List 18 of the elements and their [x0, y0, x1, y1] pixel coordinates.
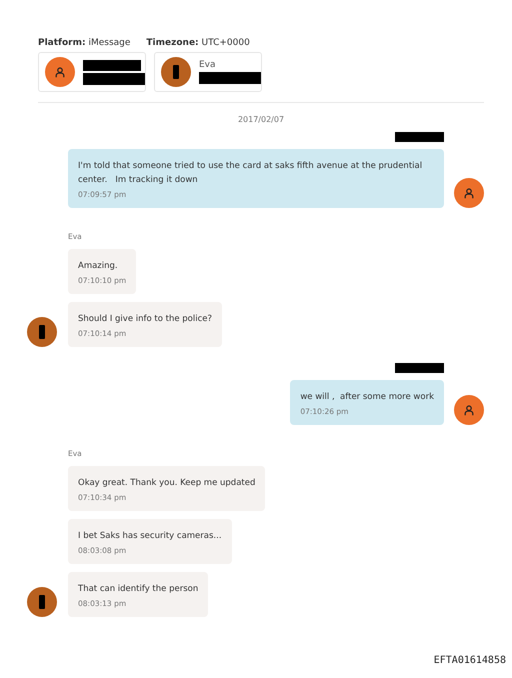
message-text: I bet Saks has security cameras...: [78, 530, 222, 543]
participant-name: Eva: [199, 60, 217, 70]
message-text: Should I give info to the police?: [78, 313, 212, 326]
redaction-bar: [173, 65, 179, 79]
message-text: I'm told that someone tried to use the card at saks fifth avenue at the prudential center. Im tracking it down: [78, 160, 424, 187]
timezone-text: Timezone: UTC+0000: [146, 38, 250, 48]
message-text: Amazing.: [78, 260, 119, 273]
redaction-bar: [39, 325, 45, 339]
person-icon: [464, 188, 474, 198]
platform-text: Platform: iMessage: [38, 38, 130, 48]
redaction-bar: [39, 595, 45, 609]
message-text: That can identify the person: [78, 583, 198, 596]
message-text: Okay great. Thank you. Keep me updated: [78, 477, 256, 490]
person-icon: [55, 66, 65, 78]
date-label: 2017/02/07: [236, 115, 286, 124]
person-icon: [464, 404, 474, 416]
document-number-label: EFTA01614858: [434, 655, 506, 666]
message-text: we will , after some more work: [300, 391, 434, 404]
